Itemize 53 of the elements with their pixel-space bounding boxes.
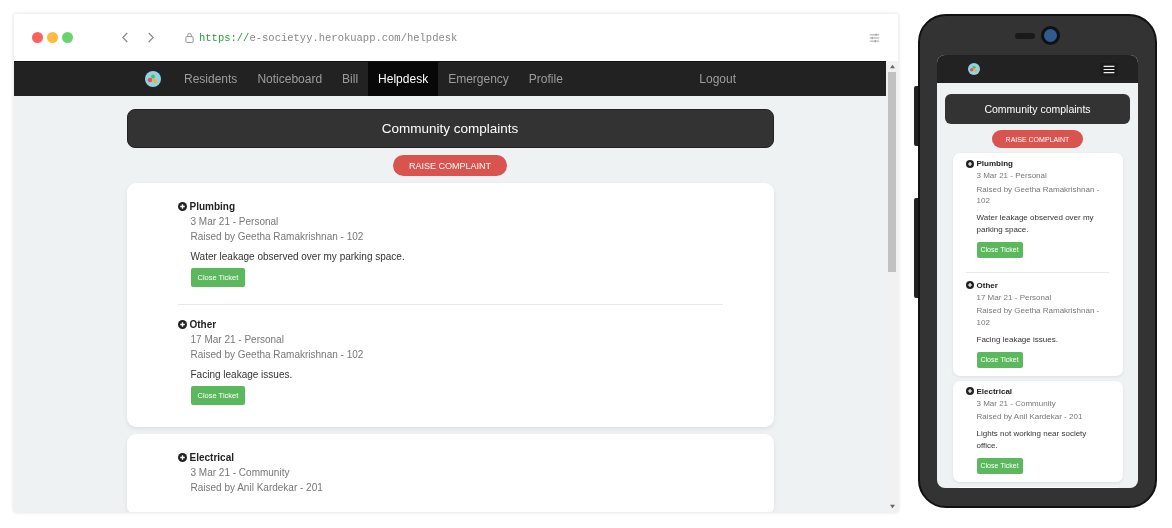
logo-icon[interactable] — [145, 71, 161, 87]
logo-icon[interactable] — [968, 63, 980, 75]
complaint-description: Water leakage observed over my parking space. — [190, 251, 406, 262]
lock-icon — [185, 32, 194, 43]
nav-link[interactable]: Profile — [518, 62, 573, 96]
scroll-up-icon[interactable] — [888, 64, 896, 69]
raised-by: Raised by Geetha Ramakrishnan - 102 — [976, 183, 1101, 207]
complaint-category: Electrical — [976, 386, 1013, 396]
scroll-down-icon[interactable] — [888, 504, 896, 509]
complaint-category: Plumbing — [189, 201, 236, 212]
page-title: Community complaints — [126, 109, 774, 148]
complaint-date: 3 Mar 21 - Community — [976, 397, 1057, 410]
raised-by: Raised by Anil Kardekar - 201 — [976, 411, 1084, 423]
nav-link[interactable]: Noticeboard — [247, 62, 333, 96]
complaint-category: Other — [976, 280, 998, 290]
complaint-category: Other — [189, 319, 217, 330]
complaint-description: Water leakage observed over my parking space. — [976, 211, 1095, 236]
nav-link[interactable]: Bill — [332, 62, 369, 96]
page-title: Community complaints — [945, 94, 1130, 124]
complaint-description: Facing leakage issues. — [190, 369, 294, 380]
complaint-category: Electrical — [189, 452, 234, 463]
expand-icon[interactable] — [965, 159, 974, 168]
complaint-category: Plumbing — [976, 159, 1013, 168]
forward-icon[interactable] — [146, 32, 155, 43]
complaint-description: Lights not working near society office. — [976, 427, 1088, 452]
raised-by: Raised by Geetha Ramakrishnan - 102 — [190, 349, 365, 360]
expand-icon[interactable] — [965, 387, 974, 396]
back-icon[interactable] — [121, 32, 130, 43]
camera-icon — [1041, 26, 1060, 45]
speaker-icon — [1015, 32, 1035, 39]
expand-icon[interactable] — [177, 453, 187, 462]
close-window-icon[interactable] — [32, 32, 43, 43]
raised-by: Raised by Anil Kardekar - 201 — [190, 482, 324, 493]
address-bar[interactable]: https://e-societyy.herokuapp.com/helpdesk — [185, 31, 458, 44]
raised-by: Raised by Geetha Ramakrishnan - 102 — [190, 231, 365, 242]
nav-link[interactable]: Helpdesk — [368, 62, 439, 96]
complaint-date: 3 Mar 21 - Community — [190, 467, 291, 478]
menu-icon[interactable] — [1100, 62, 1118, 76]
complaint-description: Facing leakage issues. — [976, 333, 1059, 346]
complaint-date: 17 Mar 21 - Personal — [976, 291, 1053, 304]
nav-link[interactable]: Emergency — [438, 62, 519, 96]
raised-by: Raised by Geetha Ramakrishnan - 102 — [976, 305, 1101, 329]
complaint-date: 3 Mar 21 - Personal — [190, 216, 280, 227]
nav-link[interactable]: Residents — [174, 62, 248, 96]
complaint-date: 3 Mar 21 - Personal — [976, 170, 1048, 182]
scrollbar[interactable] — [886, 61, 898, 512]
expand-icon[interactable] — [177, 202, 187, 211]
raise-complaint-button[interactable]: RAISE COMPLAINT — [393, 155, 507, 176]
expand-icon[interactable] — [177, 320, 187, 329]
scrollbar-thumb[interactable] — [888, 72, 896, 272]
complaint-date: 17 Mar 21 - Personal — [190, 334, 285, 345]
logout-link[interactable]: Logout — [689, 62, 746, 96]
expand-icon[interactable] — [965, 281, 974, 290]
